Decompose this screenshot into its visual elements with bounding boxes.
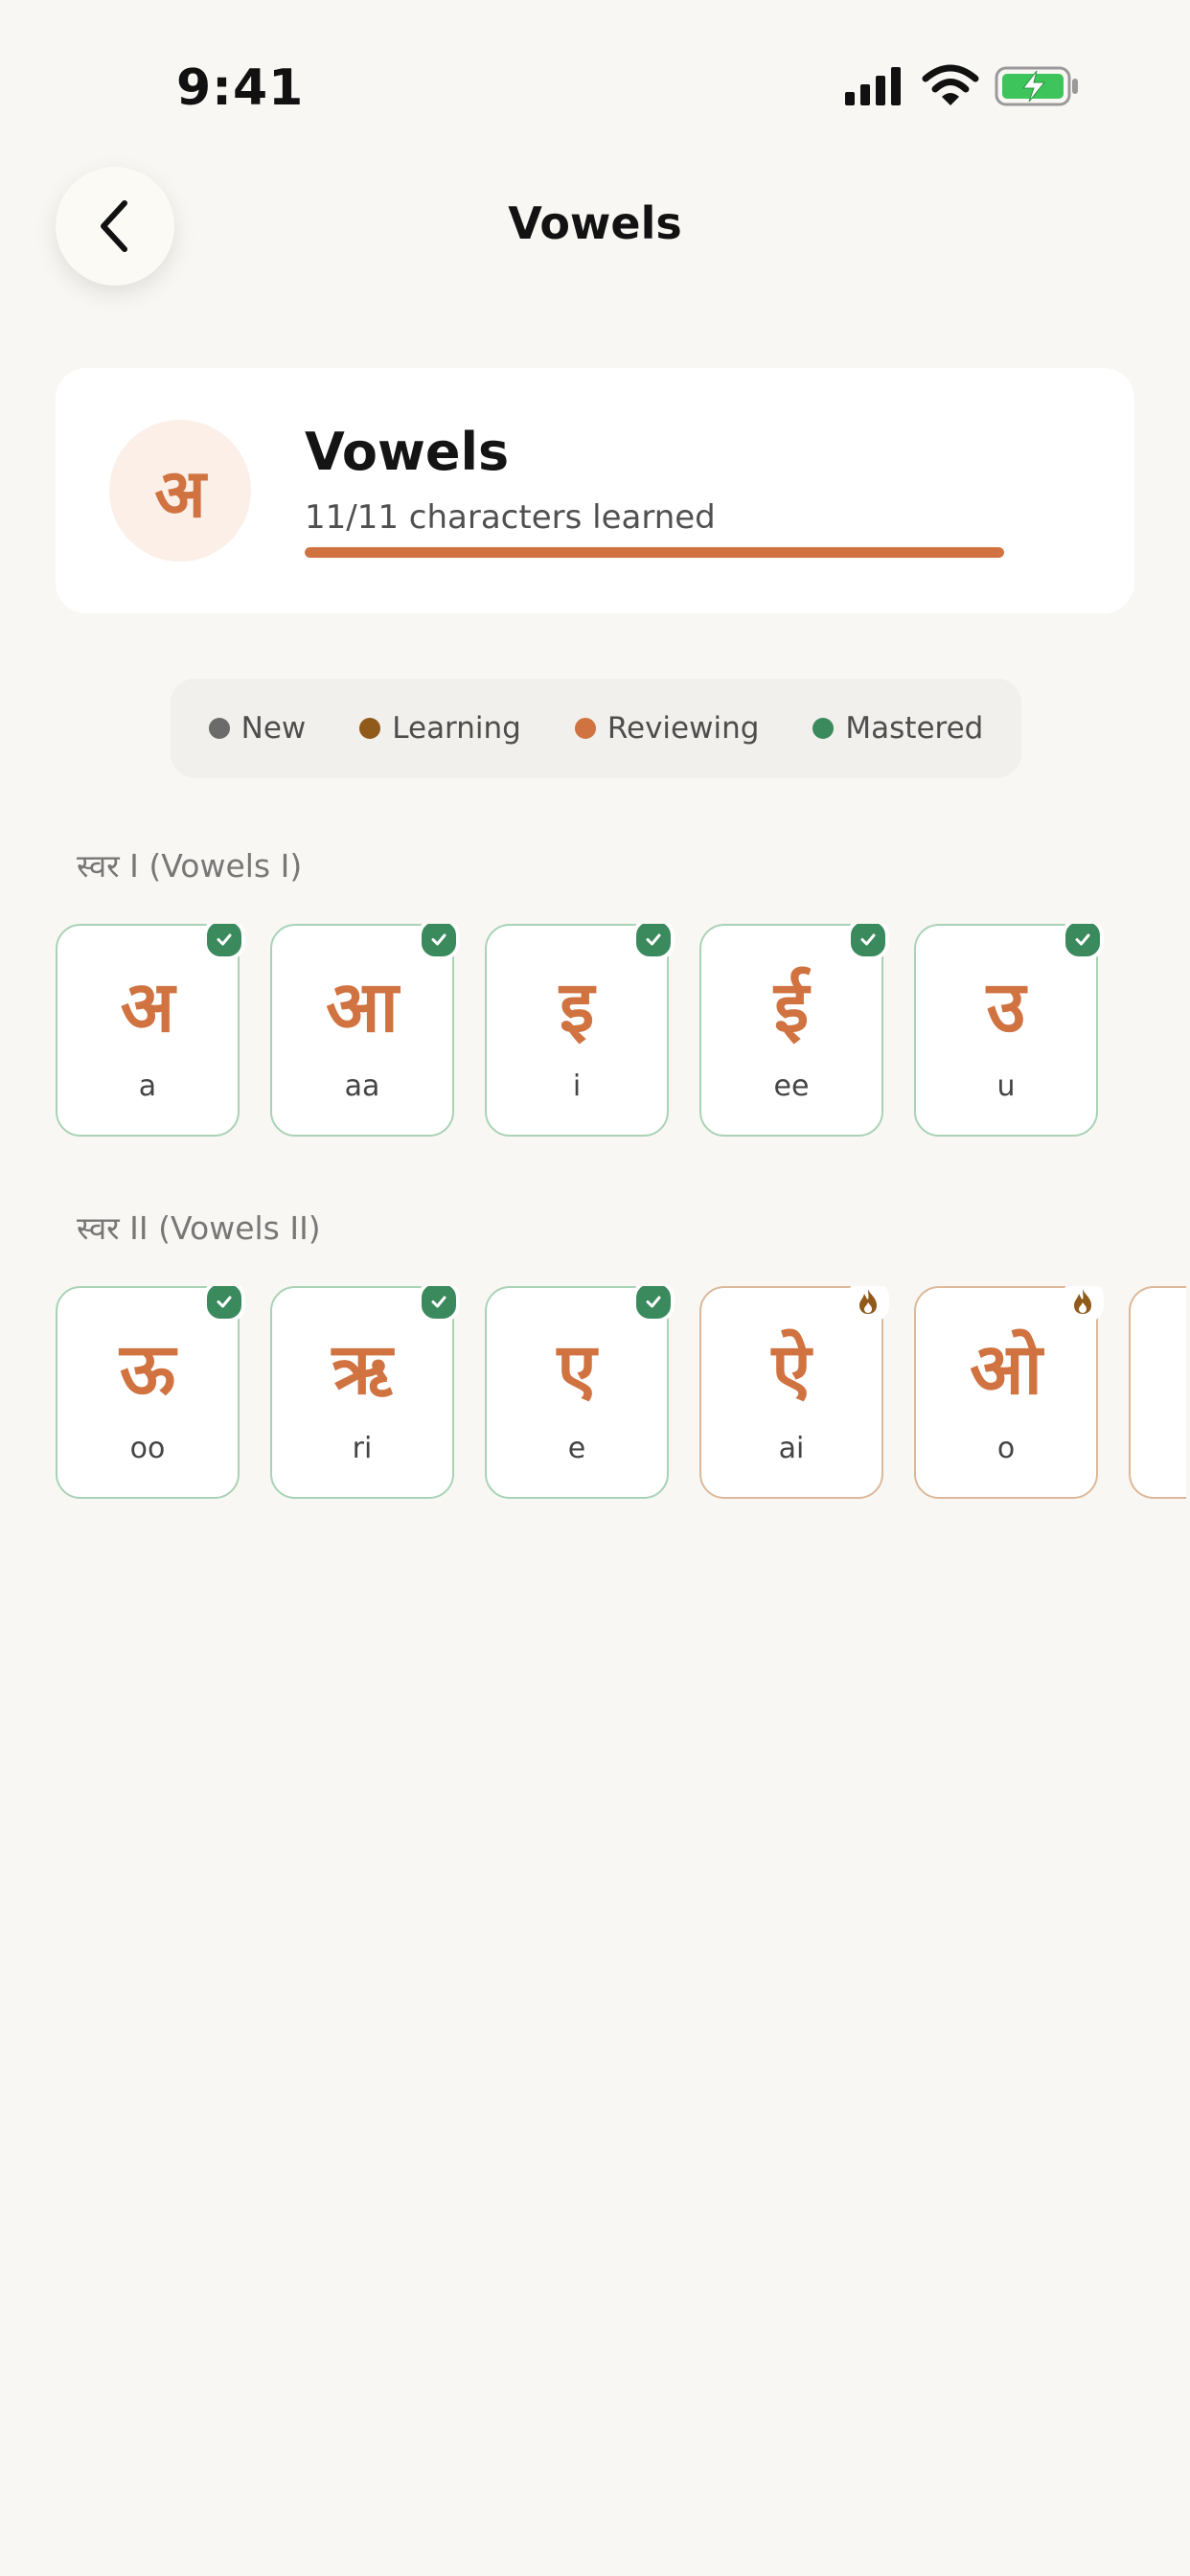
character-card[interactable]: उ u — [914, 924, 1104, 1137]
character-row-vowels-2: ऊ oo ऋ ri ए e ऐ ai ओ o — [56, 1286, 1190, 1506]
character-card[interactable]: आ aa — [270, 924, 460, 1137]
character-glyph: ऐ — [771, 1328, 812, 1411]
character-row-vowels-1: अ a आ aa इ i ई ee उ u — [56, 924, 1190, 1144]
character-glyph: ओ — [970, 1328, 1042, 1411]
mastered-badge — [203, 924, 245, 960]
character-romanization: aa — [344, 1070, 380, 1103]
character-romanization: u — [996, 1070, 1016, 1103]
character-romanization: oo — [129, 1432, 166, 1465]
check-icon — [860, 933, 876, 946]
overview-glyph: अ — [109, 420, 251, 562]
progress-bar — [305, 547, 1004, 558]
section-label-vowels-2: स्वर II (Vowels II) — [77, 1209, 321, 1247]
wifi-icon — [922, 64, 979, 105]
character-glyph: ए — [557, 1328, 597, 1411]
character-romanization: ai — [778, 1432, 805, 1465]
check-icon — [646, 1296, 661, 1308]
character-card[interactable]: ऊ oo — [56, 1286, 245, 1499]
battery-charging-icon — [995, 66, 1078, 106]
character-card[interactable]: ऋ ri — [270, 1286, 460, 1499]
check-icon — [431, 1296, 446, 1308]
character-card[interactable]: अ a — [56, 924, 245, 1137]
progress-bar-fill — [305, 547, 1004, 558]
character-card[interactable]: ऐ ai — [699, 1286, 889, 1499]
reviewing-badge — [847, 1286, 889, 1322]
check-icon — [217, 933, 232, 946]
legend-dot-learning — [359, 718, 381, 739]
character-glyph: ऊ — [119, 1328, 176, 1411]
cellular-signal-icon — [845, 67, 901, 105]
flame-icon — [859, 1289, 877, 1314]
character-romanization: i — [572, 1070, 582, 1103]
character-card[interactable]: इ i — [485, 924, 675, 1137]
character-romanization: ri — [352, 1432, 373, 1465]
character-card[interactable]: ई ee — [699, 924, 889, 1137]
check-icon — [1075, 933, 1090, 946]
status-legend: New Learning Reviewing Mastered — [171, 678, 1021, 778]
character-glyph: ऋ — [332, 1328, 393, 1411]
flame-icon — [1074, 1289, 1091, 1314]
character-card-overflow[interactable] — [1129, 1286, 1186, 1499]
character-glyph: इ — [559, 966, 595, 1048]
legend-item-new: New — [208, 711, 307, 746]
mastered-badge — [203, 1286, 245, 1322]
reviewing-badge — [1062, 1286, 1104, 1322]
mastered-badge — [418, 924, 460, 960]
legend-label: Mastered — [845, 711, 984, 746]
legend-item-learning: Learning — [359, 711, 521, 746]
legend-label: Reviewing — [606, 711, 760, 746]
character-romanization: a — [138, 1070, 157, 1103]
check-icon — [217, 1296, 232, 1308]
mastered-badge — [632, 924, 675, 960]
legend-label: Learning — [392, 711, 521, 746]
status-time: 9:41 — [176, 59, 305, 117]
mastered-badge — [847, 924, 889, 960]
section-label-vowels-1: स्वर I (Vowels I) — [77, 847, 303, 885]
legend-dot-new — [208, 718, 230, 739]
check-icon — [646, 933, 661, 946]
legend-dot-reviewing — [574, 718, 596, 739]
character-glyph: ई — [773, 966, 810, 1048]
legend-item-mastered: Mastered — [812, 711, 983, 746]
character-romanization: ee — [773, 1070, 810, 1103]
character-card[interactable]: ए e — [485, 1286, 675, 1499]
mastered-badge — [1062, 924, 1104, 960]
character-romanization: o — [996, 1432, 1016, 1465]
overview-title: Vowels — [305, 422, 510, 482]
mastered-badge — [418, 1286, 460, 1322]
character-glyph: आ — [326, 966, 399, 1048]
legend-label: New — [240, 711, 307, 746]
character-glyph: उ — [986, 966, 1026, 1048]
character-card[interactable]: ओ o — [914, 1286, 1104, 1499]
character-glyph: अ — [120, 966, 175, 1048]
overview-progress-text: 11/11 characters learned — [305, 498, 716, 537]
legend-item-reviewing: Reviewing — [574, 711, 760, 746]
mastered-badge — [632, 1286, 675, 1322]
legend-dot-mastered — [812, 718, 835, 739]
page-title: Vowels — [508, 197, 682, 249]
character-romanization: e — [567, 1432, 586, 1465]
check-icon — [431, 933, 446, 946]
